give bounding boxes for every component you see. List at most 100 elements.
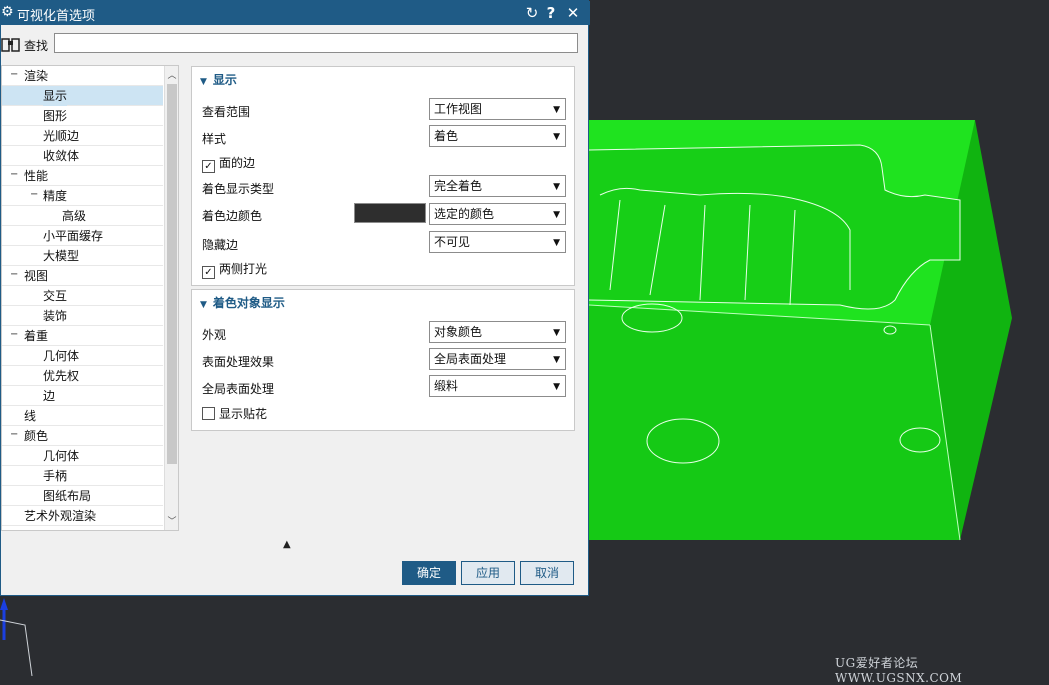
global-surface-select[interactable]: 缎料 ▼	[429, 375, 566, 397]
tree-item[interactable]: 边	[2, 386, 163, 406]
help-button[interactable]: ?	[542, 3, 560, 23]
scroll-down-icon[interactable]: ﹀	[165, 514, 178, 528]
tree-item[interactable]: − 颜色	[2, 426, 163, 446]
checkbox-icon[interactable]: ✓	[202, 160, 215, 173]
find-input[interactable]	[54, 33, 578, 53]
tree-item[interactable]: 几何体	[2, 446, 163, 466]
display-panel-header[interactable]: ▼ 显示	[200, 71, 237, 88]
show-decal-checkbox[interactable]: 显示贴花	[202, 405, 267, 422]
tree-scroll-thumb[interactable]	[167, 84, 177, 464]
tree-expander-icon[interactable]: −	[10, 70, 19, 80]
tree-item-label: 图形	[43, 109, 68, 123]
chevron-down-icon: ▼	[553, 210, 560, 220]
tree-item[interactable]: 光顺边	[2, 126, 163, 146]
tree-item-label: 边	[43, 389, 56, 403]
tree-item[interactable]: 图纸布局	[2, 486, 163, 506]
tree-item[interactable]: 几何体	[2, 346, 163, 366]
checkbox-icon[interactable]	[202, 407, 215, 420]
shade-type-select[interactable]: 完全着色 ▼	[429, 175, 566, 197]
tree-item-label: 高级	[62, 209, 87, 223]
find-row: 查找	[1, 31, 590, 57]
checkbox-icon[interactable]: ✓	[202, 266, 215, 279]
watermark: UG爱好者论坛 WWW.UGSNX.COM	[835, 656, 963, 685]
tree-item[interactable]: 手柄	[2, 466, 163, 486]
tree-item[interactable]: − 着重	[2, 326, 163, 346]
preferences-tree[interactable]: − 渲染 显示 图形 光顺边 收敛体 − 性能 − 精度 高级 小平面缓存 大模型 − 视图 交互 装饰 − 着重几…	[1, 65, 179, 531]
hidden-edges-label: 隐藏边	[202, 238, 239, 252]
close-button[interactable]: ✕	[564, 3, 582, 23]
tree-item[interactable]: 装饰	[2, 306, 163, 326]
face-edges-checkbox[interactable]: ✓ 面的边	[202, 154, 255, 173]
shaded-object-panel-header[interactable]: ▼ 着色对象显示	[200, 294, 285, 311]
tree-item-label: 性能	[24, 169, 49, 183]
binoculars-icon	[1, 38, 20, 52]
view-range-select[interactable]: 工作视图 ▼	[429, 98, 566, 120]
scroll-up-icon[interactable]: ︿	[165, 68, 178, 82]
tree-expander-icon[interactable]: −	[10, 430, 19, 440]
tree-item-label: 光顺边	[43, 129, 80, 143]
tree-expander-icon[interactable]: −	[10, 330, 19, 340]
hidden-edges-select[interactable]: 不可见 ▼	[429, 231, 566, 253]
tree-item-label: 大模型	[43, 249, 80, 263]
tree-item[interactable]: 大模型	[2, 246, 163, 266]
model-front-face	[589, 305, 960, 540]
shaded-object-panel: ▼ 着色对象显示 外观 对象颜色 ▼ 表面处理效果 全局表面处理 ▼ 全局表面处理 缎…	[191, 289, 575, 431]
collapse-triangle-icon: ▼	[200, 300, 207, 310]
display-panel: ▼ 显示 查看范围 工作视图 ▼ 样式 着色 ▼ ✓ 面的边 着色显示类型 完全着色 ▼ …	[191, 66, 575, 286]
tree-item[interactable]: 显示	[2, 86, 163, 106]
tree-expander-icon[interactable]: −	[30, 190, 39, 200]
surface-effect-select[interactable]: 全局表面处理 ▼	[429, 348, 566, 370]
chevron-down-icon: ▼	[553, 105, 560, 115]
appearance-label: 外观	[202, 328, 227, 342]
tree-item[interactable]: 线	[2, 406, 163, 426]
tree-item-label: 几何体	[43, 449, 80, 463]
global-surface-label: 全局表面处理	[202, 382, 275, 396]
dialog-titlebar[interactable]: ⚙ 可视化首选项 ↻ ? ✕	[1, 1, 590, 25]
tree-item[interactable]: 高级	[2, 206, 163, 226]
view-range-label: 查看范围	[202, 105, 251, 119]
reset-icon[interactable]: ↻	[523, 3, 541, 23]
tree-expander-icon[interactable]: −	[10, 270, 19, 280]
collapse-up-icon[interactable]: ▲	[283, 539, 291, 550]
tree-item-label: 线	[24, 409, 37, 423]
tree-item-label: 几何体	[43, 349, 80, 363]
color-swatch[interactable]	[354, 203, 426, 223]
tree-item-label: 渲染	[24, 69, 49, 83]
ok-button[interactable]: 确定	[402, 561, 456, 585]
tree-item[interactable]: 小平面缓存	[2, 226, 163, 246]
apply-button[interactable]: 应用	[461, 561, 515, 585]
tree-item-label: 装饰	[43, 309, 68, 323]
tree-item-label: 手柄	[43, 469, 68, 483]
tree-item[interactable]: − 精度	[2, 186, 163, 206]
shade-edge-color-label: 着色边颜色	[202, 209, 263, 223]
tree-item-label: 收敛体	[43, 149, 80, 163]
tree-item-label: 小平面缓存	[43, 229, 104, 243]
tree-item[interactable]: − 渲染	[2, 66, 163, 86]
dialog-title: 可视化首选项	[17, 9, 96, 24]
tree-item[interactable]: − 视图	[2, 266, 163, 286]
tree-item[interactable]: 优先权	[2, 366, 163, 386]
two-side-light-checkbox[interactable]: ✓ 两侧打光	[202, 260, 267, 279]
tree-item-label: 视图	[24, 269, 49, 283]
tree-scrollbar[interactable]: ︿ ﹀	[164, 66, 178, 530]
chevron-down-icon: ▼	[553, 328, 560, 338]
cancel-button[interactable]: 取消	[520, 561, 574, 585]
tree-item[interactable]: 交互	[2, 286, 163, 306]
chevron-down-icon: ▼	[553, 238, 560, 248]
tree-item-label: 艺术外观渲染	[24, 509, 97, 523]
shade-edge-color-select[interactable]: 选定的颜色 ▼	[429, 203, 566, 225]
tree-item-label: 显示	[43, 86, 68, 106]
shade-type-label: 着色显示类型	[202, 182, 275, 196]
style-select[interactable]: 着色 ▼	[429, 125, 566, 147]
tree-item[interactable]: 图形	[2, 106, 163, 126]
style-label: 样式	[202, 132, 227, 146]
tree-item[interactable]: 艺术外观渲染	[2, 506, 163, 526]
tree-item-label: 优先权	[43, 369, 80, 383]
gear-icon: ⚙	[1, 4, 14, 20]
tree-item[interactable]: 收敛体	[2, 146, 163, 166]
chevron-down-icon: ▼	[553, 182, 560, 192]
tree-expander-icon[interactable]: −	[10, 170, 19, 180]
appearance-select[interactable]: 对象颜色 ▼	[429, 321, 566, 343]
tree-item[interactable]: − 性能	[2, 166, 163, 186]
chevron-down-icon: ▼	[553, 382, 560, 392]
